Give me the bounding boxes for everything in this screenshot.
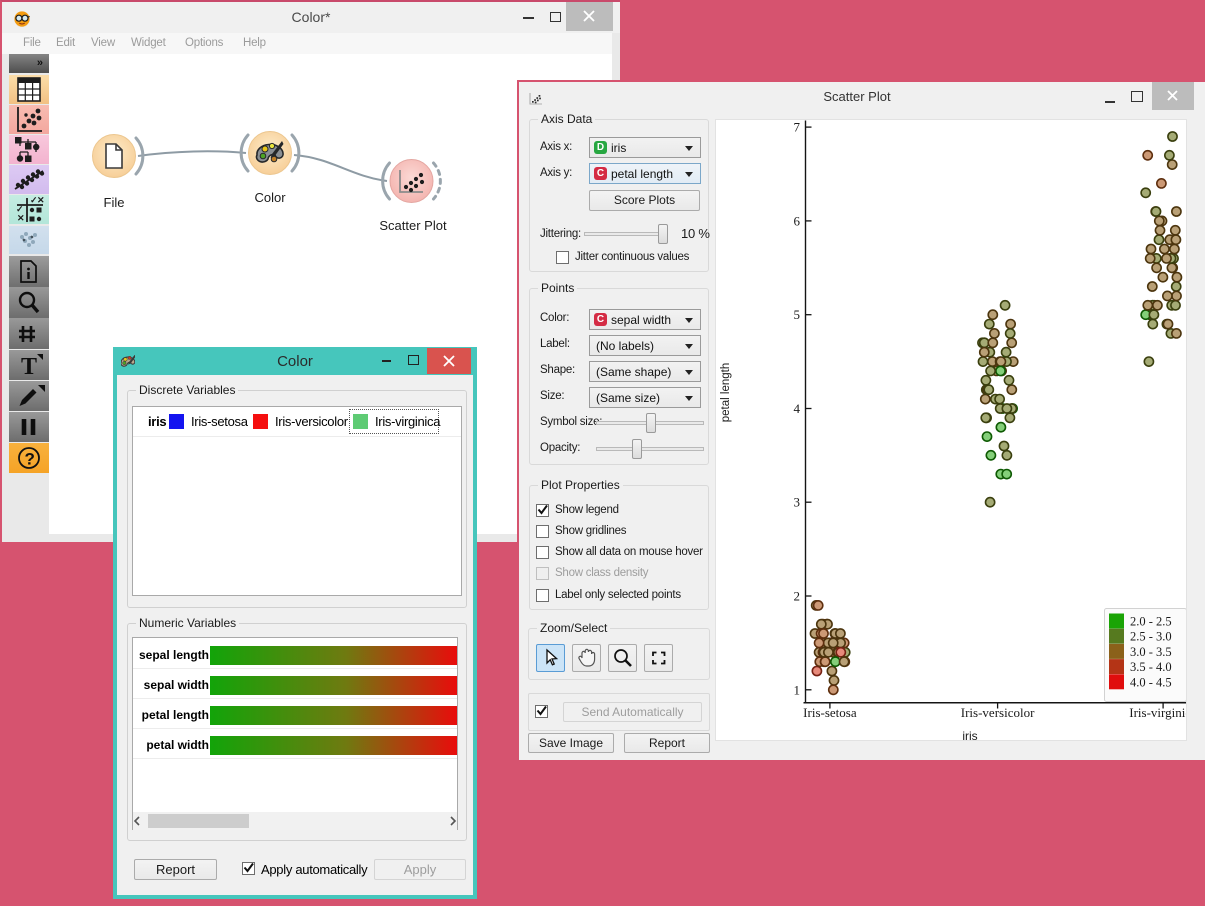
svg-text:T: T <box>21 354 37 380</box>
svg-text:File: File <box>104 195 125 210</box>
svg-text:2.5 - 3.0: 2.5 - 3.0 <box>1130 630 1172 644</box>
svg-text:Iris-virginica: Iris-virginica <box>1129 705 1186 720</box>
svg-text:?: ? <box>25 450 35 469</box>
svg-text:6: 6 <box>794 213 801 228</box>
svg-text:iris: iris <box>962 729 977 740</box>
svg-text:5: 5 <box>794 307 801 322</box>
svg-text:3.0 - 3.5: 3.0 - 3.5 <box>1130 645 1172 659</box>
svg-text:Iris-versicolor: Iris-versicolor <box>961 705 1035 720</box>
svg-text:✕: ✕ <box>37 195 45 205</box>
svg-text:petal length: petal length <box>720 363 732 422</box>
svg-text:4.0 - 4.5: 4.0 - 4.5 <box>1130 675 1172 689</box>
svg-text:Scatter Plot: Scatter Plot <box>379 218 447 233</box>
svg-text:2.0 - 2.5: 2.0 - 2.5 <box>1130 615 1172 629</box>
svg-text:✕: ✕ <box>17 213 25 223</box>
svg-text:Iris-setosa: Iris-setosa <box>803 705 857 720</box>
svg-text:2: 2 <box>794 589 801 604</box>
svg-text:Color: Color <box>254 190 286 205</box>
svg-text:3: 3 <box>794 495 801 510</box>
svg-text:4: 4 <box>794 401 801 416</box>
svg-text:3.5 - 4.0: 3.5 - 4.0 <box>1130 660 1172 674</box>
svg-text:7: 7 <box>794 120 801 135</box>
svg-text:1: 1 <box>794 682 801 697</box>
